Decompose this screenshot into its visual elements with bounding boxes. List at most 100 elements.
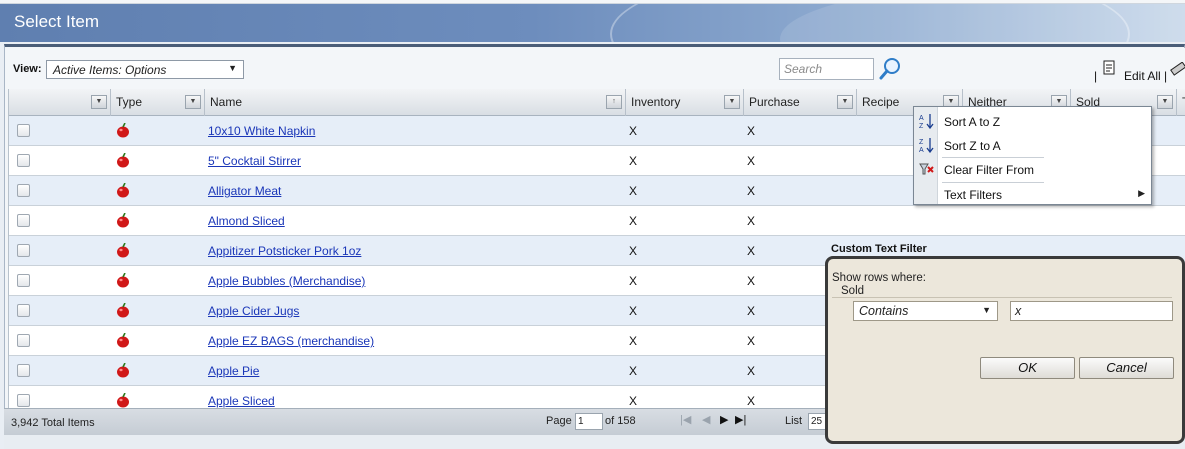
dropdown-arrow-icon: ▼ [982, 305, 991, 315]
apple-icon [117, 393, 129, 408]
apple-icon [117, 303, 129, 318]
menu-item-text-filters[interactable]: Text Filters ▶ [914, 182, 1151, 206]
sort-ascending-icon[interactable]: ↑ [606, 95, 622, 109]
clear-filter-icon [919, 163, 934, 175]
page-count: of 158 [605, 415, 636, 427]
inventory-cell: X [629, 244, 638, 258]
row-checkbox[interactable] [17, 394, 30, 407]
search-input[interactable]: Search [779, 58, 874, 80]
table-row[interactable]: Almond Sliced X X [9, 206, 1185, 236]
column-header-type[interactable]: Type ▼ [111, 89, 205, 116]
first-page-icon[interactable]: |◀ [680, 413, 691, 426]
ok-button[interactable]: OK [980, 357, 1075, 379]
apple-icon [117, 153, 129, 168]
item-name-link[interactable]: Almond Sliced [208, 214, 285, 228]
column-label: Purchase [749, 95, 800, 109]
column-header-purchase[interactable]: Purchase ▼ [744, 89, 857, 116]
purchase-cell: X [747, 364, 756, 378]
purchase-cell: X [747, 394, 756, 408]
prev-page-icon[interactable]: ◀ [702, 413, 710, 426]
filter-value-input[interactable]: x [1010, 301, 1173, 321]
svg-text:A: A [919, 115, 924, 122]
menu-item-sort-a-to-z[interactable]: A Z Sort A to Z [914, 109, 1151, 133]
inventory-cell: X [629, 214, 638, 228]
document-edit-icon[interactable] [1103, 60, 1117, 76]
cancel-button[interactable]: Cancel [1079, 357, 1174, 379]
inventory-cell: X [629, 274, 638, 288]
column-menu-icon[interactable]: ▼ [837, 95, 853, 109]
svg-text:A: A [919, 147, 924, 153]
menu-item-clear-filter[interactable]: Clear Filter From [914, 157, 1151, 181]
apple-icon [117, 273, 129, 288]
dropdown-arrow-icon: ▼ [228, 63, 237, 73]
column-menu-icon[interactable]: ▼ [1157, 95, 1173, 109]
column-header-name[interactable]: Name ↑ [205, 89, 626, 116]
next-page-icon[interactable]: ▶ [720, 413, 728, 426]
edit-all-link[interactable]: Edit All | [1124, 69, 1167, 83]
filter-field-label: Sold [841, 285, 865, 297]
inventory-cell: X [629, 154, 638, 168]
row-checkbox[interactable] [17, 124, 30, 137]
column-label: Recipe [862, 95, 900, 109]
row-checkbox[interactable] [17, 154, 30, 167]
inventory-cell: X [629, 304, 638, 318]
page-input[interactable]: 1 [575, 413, 603, 430]
purchase-cell: X [747, 244, 756, 258]
apple-icon [117, 183, 129, 198]
view-select[interactable]: Active Items: Options ▼ [46, 60, 244, 79]
purchase-cell: X [747, 154, 756, 168]
svg-text:Z: Z [919, 139, 924, 146]
item-name-link[interactable]: 10x10 White Napkin [208, 124, 315, 138]
column-menu-icon[interactable]: ▼ [724, 95, 740, 109]
column-header-select[interactable]: ▼ [9, 89, 111, 116]
item-name-link[interactable]: Apple Pie [208, 364, 259, 378]
page-label: Page [546, 415, 572, 427]
operator-value: Contains [859, 304, 909, 318]
purchase-cell: X [747, 124, 756, 138]
item-name-link[interactable]: Apple EZ BAGS (merchandise) [208, 334, 374, 348]
custom-text-filter-dialog: Custom Text Filter Show rows where: Sold… [825, 240, 1185, 446]
column-label: Type [116, 95, 143, 109]
item-name-link[interactable]: Apple Sliced [208, 394, 275, 408]
menu-label: Clear Filter From [944, 163, 1035, 177]
dialog-title: Custom Text Filter [831, 243, 927, 255]
row-checkbox[interactable] [17, 364, 30, 377]
sort-a-z-icon: A Z [919, 114, 934, 129]
last-page-icon[interactable]: ▶| [735, 413, 746, 426]
operator-select[interactable]: Contains ▼ [853, 301, 998, 321]
row-checkbox[interactable] [17, 334, 30, 347]
row-checkbox[interactable] [17, 184, 30, 197]
svg-text:Z: Z [919, 123, 924, 129]
column-label: Name [210, 95, 243, 109]
item-name-link[interactable]: Appitizer Potsticker Pork 1oz [208, 244, 361, 258]
menu-label: Sort Z to A [944, 139, 1001, 153]
view-select-value: Active Items: Options [53, 63, 167, 77]
ruler-icon[interactable] [1170, 62, 1185, 78]
sort-z-a-icon: Z A [919, 138, 934, 153]
row-checkbox[interactable] [17, 244, 30, 257]
purchase-cell: X [747, 184, 756, 198]
apple-icon [117, 213, 129, 228]
inventory-cell: X [629, 334, 638, 348]
item-name-link[interactable]: Apple Cider Jugs [208, 304, 299, 318]
row-checkbox[interactable] [17, 214, 30, 227]
item-name-link[interactable]: Apple Bubbles (Merchandise) [208, 274, 365, 288]
column-header-tax[interactable]: Ta [1177, 89, 1185, 116]
column-context-menu: A Z Sort A to Z Z A Sort Z to A Clear Fi… [913, 106, 1152, 205]
purchase-cell: X [747, 214, 756, 228]
dialog-body [825, 256, 1185, 444]
item-name-link[interactable]: 5" Cocktail Stirrer [208, 154, 301, 168]
item-name-link[interactable]: Alligator Meat [208, 184, 281, 198]
list-label: List [785, 415, 803, 427]
inventory-cell: X [629, 394, 638, 408]
search-icon[interactable] [878, 57, 902, 81]
menu-item-sort-z-to-a[interactable]: Z A Sort Z to A [914, 133, 1151, 157]
column-menu-icon[interactable]: ▼ [185, 95, 201, 109]
column-header-inventory[interactable]: Inventory ▼ [626, 89, 744, 116]
column-menu-icon[interactable]: ▼ [91, 95, 107, 109]
row-checkbox[interactable] [17, 304, 30, 317]
search-placeholder: Search [784, 62, 823, 76]
view-label: View: [13, 63, 42, 75]
row-checkbox[interactable] [17, 274, 30, 287]
purchase-cell: X [747, 274, 756, 288]
